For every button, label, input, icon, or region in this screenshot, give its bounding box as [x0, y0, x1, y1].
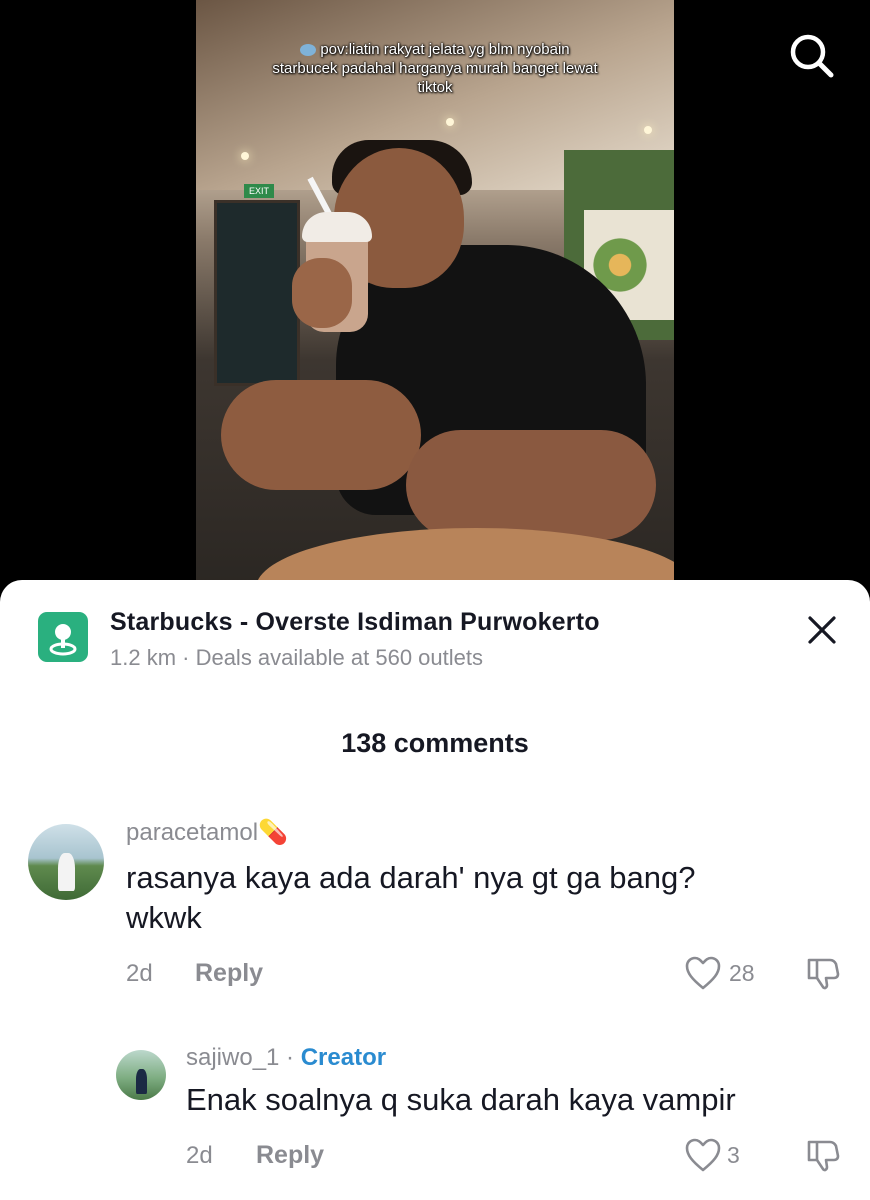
dislike-button[interactable] — [804, 1136, 842, 1179]
caption-line-1: pov:liatin rakyat jelata yg blm nyobain — [320, 41, 570, 58]
comment-username[interactable]: paracetamol💊 — [126, 818, 288, 847]
comment-username-row: sajiwo_1 · Creator — [186, 1044, 386, 1072]
video-player[interactable]: EXIT pov:liatin rakyat jelata yg blm nyo… — [0, 0, 870, 600]
location-pin-glyph — [49, 624, 77, 656]
like-count: 28 — [729, 960, 755, 986]
comment-text-line: rasanya kaya ada darah' nya gt ga bang? — [126, 860, 696, 895]
avatar-figure — [136, 1069, 147, 1094]
person-hand — [292, 258, 352, 328]
creator-badge: Creator — [300, 1044, 387, 1071]
avatar[interactable] — [28, 824, 104, 900]
scene-door — [214, 200, 300, 386]
video-caption: pov:liatin rakyat jelata yg blm nyobain … — [216, 40, 654, 97]
person-leg — [406, 430, 656, 540]
comment-text-line: Enak soalnya q suka darah kaya vampir — [186, 1082, 736, 1117]
comment-count: 138 comments — [341, 728, 529, 758]
poi-name[interactable]: Starbucks - Overste Isdiman Purwokerto — [110, 608, 600, 637]
caption-line-3: tiktok — [417, 79, 453, 96]
avatar-figure — [58, 852, 76, 891]
caption-line-2: starbucek padahal harganya murah banget … — [272, 60, 598, 77]
ceiling-lamp — [446, 118, 454, 126]
heart-icon — [685, 956, 721, 990]
reply-button[interactable]: Reply — [195, 959, 263, 988]
comment-username[interactable]: sajiwo_1 — [186, 1044, 279, 1071]
heart-icon — [685, 1138, 721, 1172]
dislike-icon — [807, 1140, 840, 1172]
close-button[interactable] — [804, 612, 840, 648]
like-button[interactable] — [684, 955, 722, 996]
like-button[interactable] — [684, 1137, 722, 1178]
comment-text-line: wkwk — [126, 900, 202, 935]
comment-age: 2d — [186, 1142, 213, 1169]
caption-emoji-icon — [300, 44, 317, 57]
person-arm — [221, 380, 421, 490]
comment-age: 2d — [126, 960, 153, 987]
poi-subtitle: 1.2 km · Deals available at 560 outlets — [110, 645, 483, 670]
username-separator: · — [279, 1044, 301, 1071]
exit-sign: EXIT — [244, 184, 274, 198]
dislike-button[interactable] — [804, 954, 842, 997]
reply-button[interactable]: Reply — [256, 1141, 324, 1170]
ceiling-lamp — [644, 126, 652, 134]
drink-whipped-cream — [302, 212, 372, 242]
location-pin-icon[interactable] — [38, 612, 88, 662]
avatar[interactable] — [116, 1050, 166, 1100]
close-icon — [808, 616, 836, 644]
dislike-icon — [807, 958, 840, 990]
ceiling-lamp — [241, 152, 249, 160]
like-count: 3 — [727, 1142, 740, 1168]
search-button[interactable] — [786, 32, 836, 78]
search-icon — [790, 34, 834, 78]
